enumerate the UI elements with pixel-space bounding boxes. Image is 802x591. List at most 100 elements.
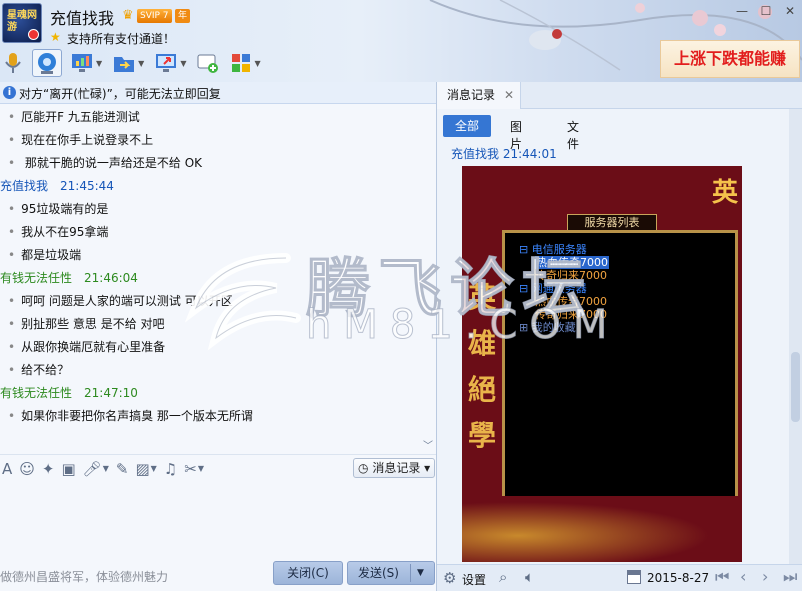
bullet-icon: • xyxy=(8,202,16,216)
calligraphy-char: 學 xyxy=(467,419,496,452)
close-tab-icon[interactable]: ✕ xyxy=(504,82,514,109)
chevron-down-icon: ▼ xyxy=(254,58,261,68)
message-line: • 95垃圾端有的是 xyxy=(8,200,108,217)
message-text: 现在在你手上说登录不上 xyxy=(21,133,154,147)
server-tree-item: ⊟ 电信服务器 xyxy=(519,243,609,256)
chart-screen-icon xyxy=(72,54,92,72)
calendar-icon[interactable] xyxy=(627,570,641,584)
tab-message-history[interactable]: 消息记录 ✕ xyxy=(437,82,521,109)
server-tree-item: 传奇归来7000 xyxy=(519,269,609,282)
calligraphy-char: 雄 xyxy=(467,327,496,360)
invite-button[interactable] xyxy=(194,49,222,77)
game-top-char: 英 xyxy=(712,178,739,208)
away-notice-bar: i 对方“离开(忙碌)”，可能无法立即回复 ✕ xyxy=(0,82,436,104)
message-text: 厄能开F 九五能进测试 xyxy=(21,110,140,124)
screen-share-button[interactable]: ▼ xyxy=(68,49,104,77)
bullet-icon: • xyxy=(8,110,16,124)
message-text: 如果你非要把你名声搞臭 那一个版本无所谓 xyxy=(21,409,253,423)
message-text: 从跟你换端厄就有心里准备 xyxy=(21,340,166,354)
history-clock-icon: ◷ xyxy=(358,461,369,475)
game-screenshot-image[interactable]: 英雄絕學 英 服务器列表 ⊟ 电信服务器 热血传奇7000 传奇归来7000 ⊟ 网通… xyxy=(462,166,742,562)
bullet-icon: • xyxy=(8,317,16,331)
server-tree-label: 热血传奇7000 xyxy=(535,256,609,269)
server-tree-label: ⊟ 网通服务器 xyxy=(519,282,587,295)
remote-desktop-button[interactable]: ▼ xyxy=(152,49,188,77)
message-line: • 我从不在95拿端 xyxy=(8,223,108,240)
apps-button[interactable]: ▼ xyxy=(228,49,262,77)
server-tree-label: 传奇归来7000 xyxy=(535,269,607,282)
message-list[interactable]: • 厄能开F 九五能进测试 • 现在在你手上说登录不上 • 那就干脆的说一声给还是不给 … xyxy=(0,104,436,464)
bullet-icon: • xyxy=(8,133,16,147)
history-message-header: 充值找我 21:44:01 xyxy=(451,145,557,162)
server-tree-label: ⊞ 我的收藏 xyxy=(519,321,576,334)
prev-page-icon[interactable]: ‹ xyxy=(740,567,746,586)
speaker-icon[interactable]: 🔈︎ xyxy=(525,568,534,586)
busy-status-badge xyxy=(28,29,39,40)
bottom-bar: 做德州昌盛将军，体验德州魅力 关闭(C) 发送(S) ▼ xyxy=(0,558,436,591)
history-scrollbar[interactable] xyxy=(789,109,802,564)
send-options-dropdown[interactable]: ▼ xyxy=(417,562,424,584)
shake-window-icon[interactable]: ▣ xyxy=(61,460,75,478)
vip-year-badge: 年 xyxy=(175,9,191,23)
message-history-button[interactable]: ◷ 消息记录 ▾ xyxy=(353,458,435,478)
ad-banner[interactable]: 上涨下跌都能赚 xyxy=(660,40,800,78)
away-notice-text: 对方“离开(忙碌)”，可能无法立即回复 xyxy=(19,87,221,101)
message-time: 21:47:10 xyxy=(84,386,138,400)
message-time: 21:46:04 xyxy=(84,271,138,285)
magic-wand-icon[interactable]: ✦ xyxy=(42,460,55,478)
font-icon[interactable]: A xyxy=(2,460,12,478)
next-page-icon[interactable]: › xyxy=(762,567,768,586)
emoji-icon[interactable]: ☺ xyxy=(19,460,35,478)
app-grid-icon xyxy=(232,54,251,72)
first-page-icon[interactable]: ⏮ xyxy=(715,567,729,587)
contact-name[interactable]: 充值找我 xyxy=(50,5,114,29)
send-button[interactable]: 发送(S) ▼ xyxy=(347,561,435,585)
history-date[interactable]: 2015-8-27 xyxy=(647,571,709,585)
history-scroll-thumb[interactable] xyxy=(791,352,800,422)
message-time: 21:45:44 xyxy=(60,179,114,193)
bullet-icon: • xyxy=(8,156,16,170)
scroll-down-icon[interactable]: ﹀ xyxy=(423,437,433,452)
message-line: • 现在在你手上说登录不上 xyxy=(8,131,153,148)
message-input[interactable] xyxy=(0,482,436,558)
last-page-icon[interactable]: ⏭ xyxy=(783,567,797,587)
filter-all-tab[interactable]: 全部 xyxy=(443,115,491,137)
vip-level-badge[interactable]: SVIP 7 xyxy=(137,9,172,23)
contact-avatar[interactable]: 星魂网游 xyxy=(2,3,42,43)
server-tree-label: 传奇归来7000 xyxy=(535,308,607,321)
image-icon[interactable]: ▨ ▼ xyxy=(135,460,156,478)
message-text: 别扯那些 意思 是不给 对吧 xyxy=(21,317,165,331)
close-window-button[interactable]: ✕ xyxy=(778,2,802,20)
server-tree-item: ⊞ 我的收藏 xyxy=(519,321,609,334)
close-chat-button[interactable]: 关闭(C) xyxy=(273,561,343,585)
history-panel: 消息记录 ✕ 全部 图片 文件 充值找我 21:44:01 英雄絕學 英 服务器… xyxy=(437,82,802,591)
chat-toolbar: ▼ ▼ ▼ ▼ xyxy=(0,48,269,78)
message-sender[interactable]: 充值找我 xyxy=(0,179,48,193)
chevron-down-icon: ▼ xyxy=(138,58,145,68)
dragon-decoration xyxy=(462,496,742,562)
music-icon[interactable]: ♫ xyxy=(164,460,177,478)
server-tree-label: 热血传奇7000 xyxy=(535,295,607,308)
server-list-frame: ⊟ 电信服务器 热血传奇7000 传奇归来7000 ⊟ 网通服务器 热血传奇7000 传奇… xyxy=(502,230,738,526)
maximize-button[interactable]: ☐ xyxy=(754,2,778,20)
voice-message-icon[interactable]: 🎤︎ ▼ xyxy=(83,460,109,478)
send-button-label: 发送(S) xyxy=(358,566,399,580)
minimize-button[interactable]: — xyxy=(730,2,754,20)
history-tab-bar: 消息记录 ✕ xyxy=(437,82,802,109)
gear-icon[interactable]: ⚙ xyxy=(443,569,456,587)
bullet-icon: • xyxy=(8,294,16,308)
message-sender[interactable]: 有钱无法任性 xyxy=(0,386,72,400)
search-icon[interactable]: ⌕ xyxy=(499,568,507,586)
message-sender[interactable]: 有钱无法任性 xyxy=(0,271,72,285)
edit-icon[interactable]: ✎ xyxy=(116,460,129,478)
message-line: • 从跟你换端厄就有心里准备 xyxy=(8,338,165,355)
voice-call-button[interactable] xyxy=(0,49,26,77)
server-tree-item: 热血传奇7000 xyxy=(519,256,609,269)
settings-label[interactable]: 设置 xyxy=(462,571,486,588)
screenshot-scissors-icon[interactable]: ✂ ▼ xyxy=(184,460,204,478)
bullet-icon: • xyxy=(8,409,16,423)
chat-panel: i 对方“离开(忙碌)”，可能无法立即回复 ✕ • 厄能开F 九五能进测试 • 现在在… xyxy=(0,82,437,591)
filter-files-tab[interactable]: 文件 xyxy=(567,118,579,152)
video-call-button[interactable] xyxy=(32,49,62,77)
send-file-button[interactable]: ▼ xyxy=(110,49,146,77)
